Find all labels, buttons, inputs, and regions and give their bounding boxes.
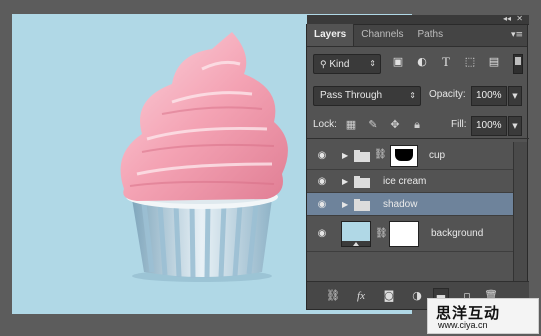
smart-object-filter-icon[interactable]: ▤ [487,55,501,69]
layer-row-background[interactable]: ◉ ⛓ background [307,216,515,252]
opacity-dropdown-icon[interactable]: ▼ [508,86,522,106]
panel-menu-icon[interactable]: ▾≡ [511,30,523,40]
mask-link-icon[interactable]: ⛓ [375,228,388,239]
lock-row: Lock: ▦ ✎ ✥ 🔒︎ Fill: 100% ▼ [307,113,529,139]
layer-mask-thumbnail[interactable] [390,145,418,167]
watermark-logo: 思洋互动 www.ciya.cn [427,298,539,334]
fill-label: Fill: [451,119,467,130]
blend-mode-value: Pass Through [320,90,383,101]
layers-panel: ◂◂ ✕ Layers Channels Paths ▾≡ ⚲ Kind ⇕ ▣… [306,14,529,310]
shape-filter-icon[interactable]: ⬚ [463,55,477,69]
visibility-eye-icon[interactable]: ◉ [313,150,331,161]
mask-link-icon[interactable]: ⛓ [374,149,387,160]
folder-icon [354,150,370,162]
folder-icon [354,176,370,188]
collapse-panel-icon[interactable]: ◂◂ [503,14,511,23]
tab-paths[interactable]: Paths [411,24,451,46]
visibility-eye-icon[interactable]: ◉ [313,199,331,210]
visibility-eye-icon[interactable]: ◉ [313,176,331,187]
image-filter-icon[interactable]: ▣ [391,55,405,69]
blend-row: Pass Through ⇕ Opacity: 100% ▼ [307,83,529,109]
folder-icon [354,199,370,211]
tab-layers[interactable]: Layers [307,24,355,46]
layers-scrollbar[interactable] [513,142,527,281]
adjustment-layer-icon[interactable]: ◑ [409,288,425,304]
updown-arrow-icon: ⇕ [409,91,416,100]
lock-all-icon[interactable]: 🔒︎ [411,119,423,131]
layer-row-ice-cream[interactable]: ◉ ▶ ice cream [307,170,515,193]
fill-input[interactable]: 100% [471,116,507,136]
fill-dropdown-icon[interactable]: ▼ [508,116,522,136]
layer-row-shadow[interactable]: ◉ ▶ shadow [307,193,515,216]
fx-icon[interactable]: fx [353,288,369,304]
layer-row-cup[interactable]: ◉ ▶ ⛓ cup [307,142,515,170]
layer-name: cup [429,150,446,161]
link-layers-icon[interactable]: ⛓ [325,288,341,304]
layer-filter-row: ⚲ Kind ⇕ ▣ ◐ T ⬚ ▤ [307,51,529,77]
lock-image-icon[interactable]: ✎ [367,119,379,131]
tab-channels[interactable]: Channels [354,24,410,46]
filter-kind-label: Kind [329,59,350,70]
updown-arrow-icon: ⇕ [369,59,376,68]
type-filter-icon[interactable]: T [439,55,453,69]
lock-label: Lock: [313,119,337,130]
layer-name: ice cream [383,176,427,187]
panel-tabs: Layers Channels Paths ▾≡ [307,24,527,47]
expand-arrow-icon[interactable]: ▶ [342,177,348,186]
filter-toggle[interactable] [513,54,523,74]
filter-kind-dropdown[interactable]: ⚲ Kind ⇕ [313,54,381,74]
add-mask-icon[interactable]: ◙ [381,288,397,304]
opacity-label: Opacity: [429,89,466,100]
watermark-url: www.ciya.cn [438,320,488,330]
lock-position-icon[interactable]: ✥ [389,119,401,131]
close-panel-icon[interactable]: ✕ [516,14,523,23]
expand-arrow-icon[interactable]: ▶ [342,200,348,209]
layer-mask-thumbnail[interactable] [389,221,419,247]
opacity-input[interactable]: 100% [471,86,507,106]
visibility-eye-icon[interactable]: ◉ [313,228,331,239]
blend-mode-dropdown[interactable]: Pass Through ⇕ [313,86,421,106]
search-icon: ⚲ [320,59,327,69]
layer-thumbnail[interactable] [341,221,371,247]
expand-arrow-icon[interactable]: ▶ [342,151,348,160]
adjustment-filter-icon[interactable]: ◐ [415,55,429,69]
layer-name: background [431,228,484,239]
lock-transparent-icon[interactable]: ▦ [345,119,357,131]
layer-name: shadow [383,199,418,210]
